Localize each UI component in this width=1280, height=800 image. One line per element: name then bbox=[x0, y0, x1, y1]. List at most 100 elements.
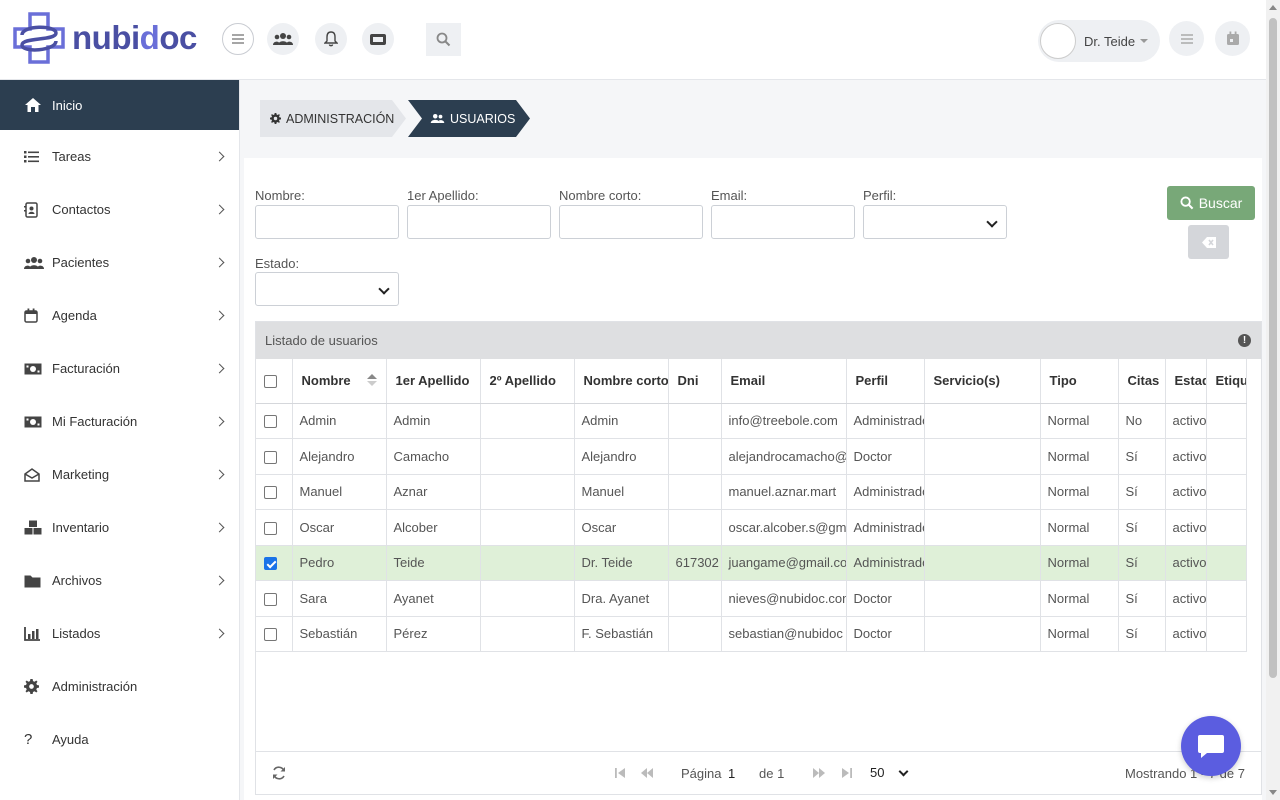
row-checkbox[interactable] bbox=[264, 486, 277, 500]
table-row[interactable]: Oscar Alcober Oscar oscar.alcober.s@gm Admin… bbox=[256, 509, 1247, 546]
page-scrollbar[interactable] bbox=[1266, 0, 1280, 800]
col-header-citas[interactable]: Citas bbox=[1118, 359, 1166, 404]
row-checkbox[interactable] bbox=[264, 415, 277, 429]
select-all-checkbox[interactable] bbox=[264, 375, 277, 389]
col-header-etiqueta[interactable]: Etiqueta bbox=[1206, 359, 1247, 404]
col-header-nombre-corto[interactable]: Nombre corto bbox=[574, 359, 669, 404]
table-row[interactable]: Alejandro Camacho Alejandro alejandrocamach… bbox=[256, 438, 1247, 475]
apellido1-input[interactable] bbox=[407, 205, 551, 239]
col-header-dni[interactable]: Dni bbox=[668, 359, 722, 404]
col-header-tipo[interactable]: Tipo bbox=[1040, 359, 1119, 404]
main-content: Nombre: 1er Apellido: Nombre corto: Emai… bbox=[244, 158, 1262, 800]
sidebar-item-marketing[interactable]: Marketing bbox=[0, 448, 239, 501]
sidebar-item-administracion[interactable]: Administración bbox=[0, 660, 239, 713]
row-checkbox[interactable] bbox=[264, 592, 277, 606]
notifications-button[interactable] bbox=[315, 23, 347, 55]
chevron-right-icon bbox=[214, 310, 225, 320]
scroll-up-arrow-icon[interactable] bbox=[1269, 5, 1277, 10]
perfil-select[interactable] bbox=[863, 205, 1007, 239]
sidebar-item-pacientes[interactable]: Pacientes bbox=[0, 236, 239, 289]
cell-email: alejandrocamacho@ bbox=[721, 438, 847, 475]
table-row[interactable]: Pedro Teide Dr. Teide 617302 juangame@gmail.… bbox=[256, 545, 1247, 581]
sidebar-item-tareas[interactable]: Tareas bbox=[0, 130, 239, 183]
scroll-thumb[interactable] bbox=[1269, 18, 1277, 678]
prev-page-button[interactable] bbox=[640, 767, 654, 782]
clear-filters-button[interactable] bbox=[1188, 225, 1229, 259]
user-menu[interactable]: Dr. Teide bbox=[1038, 20, 1160, 62]
sidebar-item-ayuda[interactable]: ? Ayuda bbox=[0, 713, 239, 766]
estado-label: Estado: bbox=[255, 256, 300, 271]
perfil-label: Perfil: bbox=[863, 188, 897, 203]
calendar-button[interactable] bbox=[1215, 21, 1250, 56]
menu-toggle-button[interactable] bbox=[222, 23, 254, 55]
cell-estado: activo bbox=[1165, 545, 1207, 581]
sidebar-item-archivos[interactable]: Archivos bbox=[0, 554, 239, 607]
cell-citas: No bbox=[1118, 403, 1166, 439]
col-header-label: 1er Apellido bbox=[395, 373, 470, 389]
email-input[interactable] bbox=[711, 205, 855, 239]
buscar-label: Buscar bbox=[1198, 195, 1243, 211]
sort-icon bbox=[366, 374, 377, 386]
sidebar-item-inventario[interactable]: Inventario bbox=[0, 501, 239, 554]
table-row[interactable]: Admin Admin Admin info@treebole.com Administ… bbox=[256, 403, 1247, 439]
calendar-icon bbox=[24, 308, 38, 323]
cell-estado: activo bbox=[1165, 438, 1207, 475]
page-size-select[interactable]: 50 bbox=[870, 765, 884, 780]
sidebar-item-listados[interactable]: Listados bbox=[0, 607, 239, 660]
page-number-input[interactable]: 1 bbox=[728, 766, 735, 781]
cell-tipo: Normal bbox=[1040, 580, 1119, 617]
sidebar-item-mi-facturacion[interactable]: Mi Facturación bbox=[0, 395, 239, 448]
cell-etiqueta bbox=[1206, 403, 1247, 439]
last-page-button[interactable] bbox=[841, 767, 853, 782]
buscar-button[interactable]: Buscar bbox=[1167, 186, 1255, 220]
row-checkbox[interactable] bbox=[264, 521, 277, 535]
row-select-cell bbox=[256, 580, 293, 617]
search-button[interactable] bbox=[426, 23, 461, 56]
estado-select[interactable] bbox=[255, 272, 399, 306]
sidebar-item-label: Administración bbox=[52, 679, 138, 694]
refresh-button[interactable] bbox=[272, 766, 286, 783]
cell-etiqueta bbox=[1206, 438, 1247, 475]
col-header-label: Etiqueta bbox=[1215, 373, 1246, 389]
cell-apellido2 bbox=[480, 474, 575, 510]
nombre-corto-input[interactable] bbox=[559, 205, 703, 239]
users-button[interactable] bbox=[267, 23, 299, 55]
row-checkbox[interactable] bbox=[264, 450, 277, 464]
info-icon[interactable]: ! bbox=[1238, 334, 1251, 347]
cell-etiqueta bbox=[1206, 474, 1247, 510]
nombre-input[interactable] bbox=[255, 205, 399, 239]
col-header-estado[interactable]: Estado bbox=[1165, 359, 1207, 404]
cell-tipo: Normal bbox=[1040, 403, 1119, 439]
sidebar-item-agenda[interactable]: Agenda bbox=[0, 289, 239, 342]
breadcrumb-administracion[interactable]: ADMINISTRACIÓN bbox=[260, 100, 406, 137]
sidebar-item-contactos[interactable]: Contactos bbox=[0, 183, 239, 236]
col-header-label: 2º Apellido bbox=[489, 373, 556, 389]
col-header-apellido1[interactable]: 1er Apellido bbox=[386, 359, 481, 404]
first-page-button[interactable] bbox=[614, 767, 626, 782]
row-checkbox[interactable] bbox=[264, 557, 277, 571]
table-row[interactable]: Manuel Aznar Manuel manuel.aznar.mart Admini… bbox=[256, 474, 1247, 510]
sidebar-item-facturacion[interactable]: Facturación bbox=[0, 342, 239, 395]
sidebar-item-label: Contactos bbox=[52, 202, 111, 217]
col-header-perfil[interactable]: Perfil bbox=[846, 359, 925, 404]
col-header-nombre[interactable]: Nombre bbox=[292, 359, 387, 404]
cell-email: sebastian@nubidoc bbox=[721, 616, 847, 652]
col-header-email[interactable]: Email bbox=[721, 359, 847, 404]
next-page-button[interactable] bbox=[812, 767, 826, 782]
table-row[interactable]: Sebastián Pérez F. Sebastián sebastian@nubi… bbox=[256, 616, 1247, 652]
col-header-servicios[interactable]: Servicio(s) bbox=[924, 359, 1041, 404]
table-row[interactable]: Sara Ayanet Dra. Ayanet nieves@nubidoc.com D… bbox=[256, 580, 1247, 617]
col-header-apellido2[interactable]: 2º Apellido bbox=[480, 359, 575, 404]
scroll-down-arrow-icon[interactable] bbox=[1269, 790, 1277, 795]
cell-citas: Sí bbox=[1118, 474, 1166, 510]
logo[interactable]: nubidoc bbox=[12, 9, 197, 67]
cell-apellido1: Aznar bbox=[386, 474, 481, 510]
row-checkbox[interactable] bbox=[264, 628, 277, 642]
breadcrumb-usuarios[interactable]: USUARIOS bbox=[408, 100, 530, 137]
ticket-button[interactable] bbox=[362, 23, 394, 55]
sidebar-item-inicio[interactable]: Inicio bbox=[0, 80, 239, 130]
options-button[interactable] bbox=[1169, 21, 1204, 56]
cell-nombre: Sebastián bbox=[292, 616, 387, 652]
cell-nombre-corto: Alejandro bbox=[574, 438, 669, 475]
chat-button[interactable] bbox=[1181, 716, 1241, 776]
